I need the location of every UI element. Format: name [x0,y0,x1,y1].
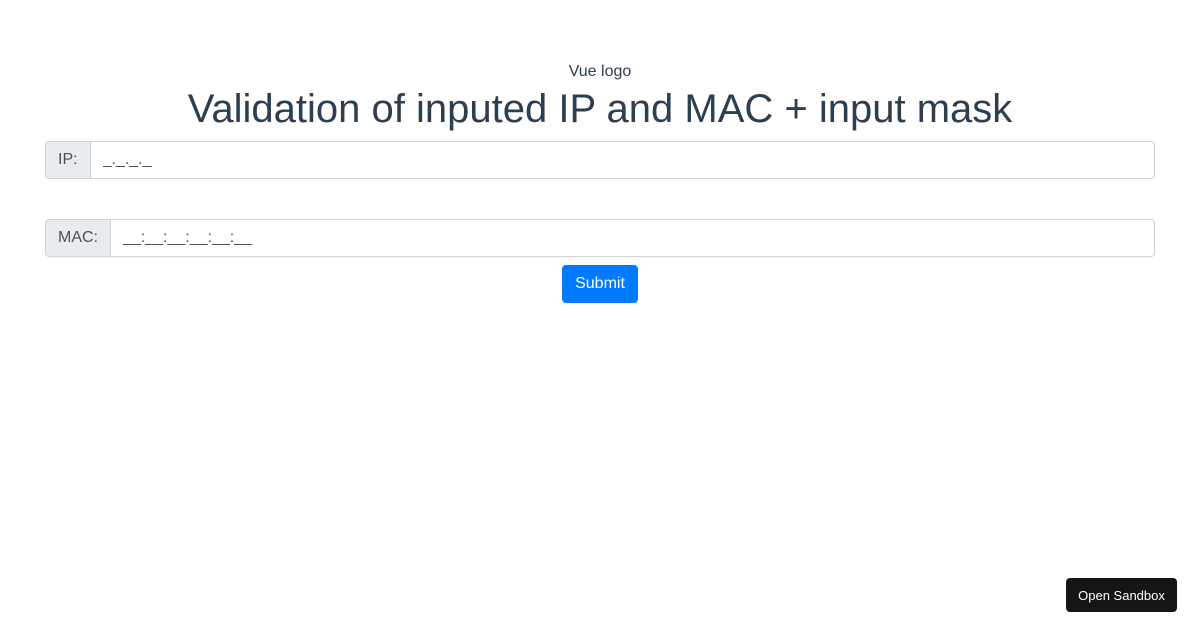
ip-input-group: IP: [45,141,1155,179]
mac-label: MAC: [45,219,110,257]
submit-button[interactable]: Submit [562,265,638,303]
mac-input-group: MAC: [45,219,1155,257]
app-root: Vue logo Validation of inputed IP and MA… [0,0,1200,630]
logo-alt-text: Vue logo [568,63,632,80]
ip-input[interactable] [89,141,1155,179]
vue-logo-image: Vue logo [0,62,1200,82]
ip-label: IP: [45,141,90,179]
page-title: Validation of inputed IP and MAC + input… [187,87,1013,131]
open-sandbox-button[interactable]: Open Sandbox [1066,578,1177,612]
mac-input[interactable] [110,219,1155,257]
